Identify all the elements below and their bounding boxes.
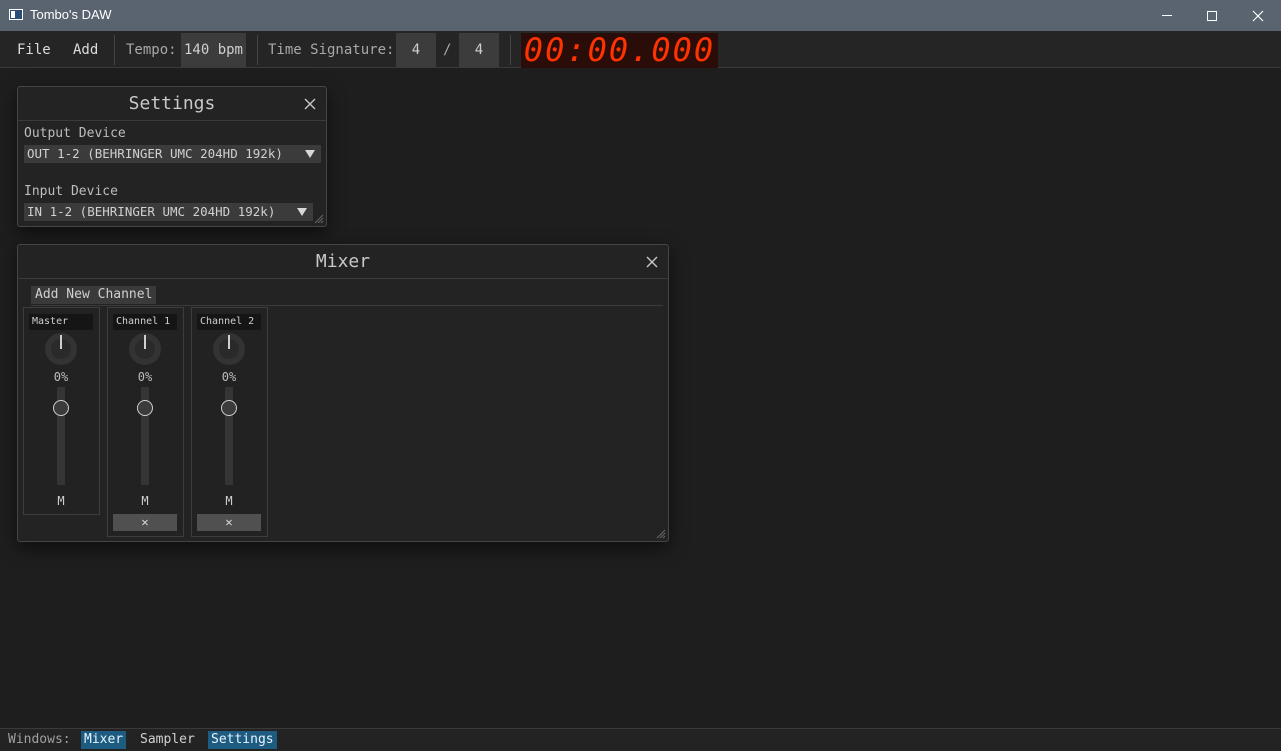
input-device-label: Input Device xyxy=(24,184,118,199)
output-device-value: OUT 1-2 (BEHRINGER UMC 204HD 192k) xyxy=(27,146,283,161)
time-signature-slash: / xyxy=(443,42,452,58)
app-icon xyxy=(9,9,23,20)
mute-button[interactable]: M xyxy=(24,494,98,508)
window-toggle-sampler[interactable]: Sampler xyxy=(137,731,198,749)
input-device-value: IN 1-2 (BEHRINGER UMC 204HD 192k) xyxy=(27,204,276,219)
resize-grip-icon[interactable] xyxy=(314,214,324,224)
pan-knob[interactable] xyxy=(212,332,246,366)
add-new-channel-button[interactable]: Add New Channel xyxy=(31,286,157,304)
time-signature-denominator[interactable]: 4 xyxy=(459,33,499,67)
channel-strip-1: Channel 1 0% M ✕ xyxy=(107,307,184,537)
toolbar-separator xyxy=(114,35,115,65)
pan-knob[interactable] xyxy=(44,332,78,366)
time-display: 00:00.000 xyxy=(521,33,718,68)
dropdown-arrow-icon xyxy=(305,150,315,158)
close-icon[interactable] xyxy=(303,97,317,111)
tempo-input[interactable]: 140 bpm xyxy=(181,33,246,67)
windows-bar: Windows: Mixer Sampler Settings xyxy=(0,728,1281,751)
time-signature-label: Time Signature: xyxy=(268,42,395,58)
mute-button[interactable]: M xyxy=(108,494,182,508)
minimize-icon xyxy=(1162,15,1172,16)
settings-title: Settings xyxy=(128,93,216,114)
delete-channel-button[interactable]: ✕ xyxy=(197,514,261,531)
toolbar-separator xyxy=(510,35,511,65)
close-icon[interactable] xyxy=(645,255,659,269)
pan-knob[interactable] xyxy=(128,332,162,366)
menu-file[interactable]: File xyxy=(17,42,51,58)
mixer-title: Mixer xyxy=(315,251,371,272)
channel-strip-2: Channel 2 0% M ✕ xyxy=(191,307,268,537)
panel-divider xyxy=(18,278,668,279)
mixer-panel: Mixer Add New Channel Master 0% M Channe… xyxy=(17,244,669,542)
volume-readout: 0% xyxy=(137,370,153,384)
volume-fader-handle[interactable] xyxy=(137,400,153,416)
panel-divider xyxy=(31,305,663,306)
menu-add[interactable]: Add xyxy=(73,42,98,58)
minimize-button[interactable] xyxy=(1144,0,1190,31)
volume-readout: 0% xyxy=(221,370,237,384)
mute-button[interactable]: M xyxy=(192,494,266,508)
maximize-button[interactable] xyxy=(1189,0,1235,31)
window-title: Tombo's DAW xyxy=(30,7,112,22)
tempo-label: Tempo: xyxy=(126,42,177,58)
channel-name[interactable]: Channel 1 xyxy=(113,314,177,330)
settings-panel: Settings Output Device OUT 1-2 (BEHRINGE… xyxy=(17,86,327,227)
channel-name[interactable]: Channel 2 xyxy=(197,314,261,330)
windows-label: Windows: xyxy=(8,732,71,747)
volume-readout: 0% xyxy=(53,370,69,384)
close-icon xyxy=(1252,10,1264,21)
time-signature-numerator[interactable]: 4 xyxy=(396,33,436,67)
volume-fader-handle[interactable] xyxy=(53,400,69,416)
dropdown-arrow-icon xyxy=(297,208,307,216)
volume-fader-handle[interactable] xyxy=(221,400,237,416)
resize-grip-icon[interactable] xyxy=(656,529,666,539)
window-titlebar: Tombo's DAW xyxy=(0,0,1281,31)
input-device-select[interactable]: IN 1-2 (BEHRINGER UMC 204HD 192k) xyxy=(24,203,313,221)
maximize-icon xyxy=(1207,10,1217,21)
window-toggle-settings[interactable]: Settings xyxy=(208,731,277,749)
toolbar-separator xyxy=(257,35,258,65)
channel-strip-master: Master 0% M xyxy=(23,307,100,515)
output-device-label: Output Device xyxy=(24,126,126,141)
channel-name[interactable]: Master xyxy=(29,314,93,330)
window-toggle-mixer[interactable]: Mixer xyxy=(81,731,127,749)
panel-divider xyxy=(18,120,326,121)
delete-channel-button[interactable]: ✕ xyxy=(113,514,177,531)
close-window-button[interactable] xyxy=(1235,0,1281,31)
output-device-select[interactable]: OUT 1-2 (BEHRINGER UMC 204HD 192k) xyxy=(24,145,321,163)
